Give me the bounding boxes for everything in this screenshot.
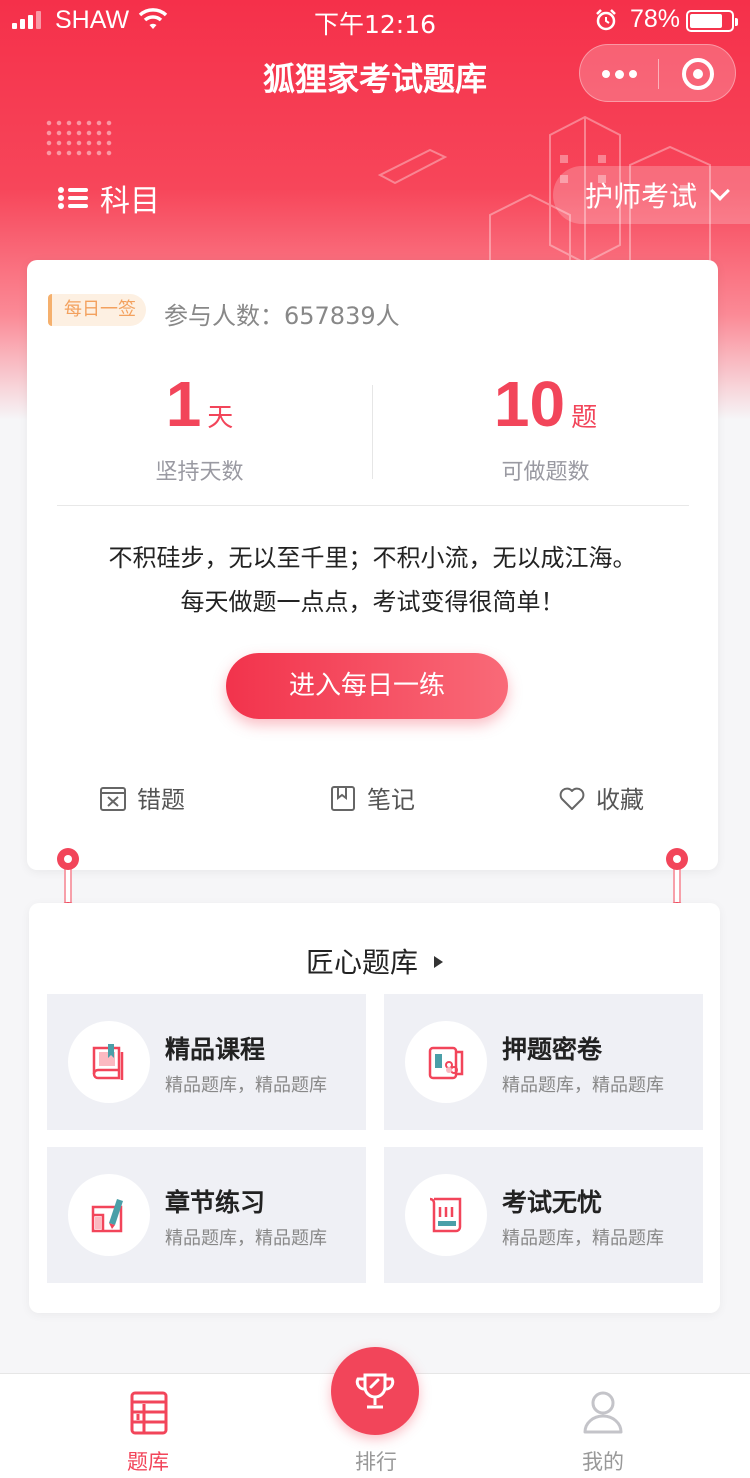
tile-subtitle: 精品题库，精品题库 [502,1075,664,1096]
tile-secret-papers[interactable]: 押题密卷 精品题库，精品题库 [384,994,703,1130]
certificate-icon [429,1197,462,1233]
tab-label: 题库 [127,1450,169,1474]
tool-label: 错题 [137,786,185,814]
notes-button[interactable]: 笔记 [329,780,415,815]
decorative-dots [44,118,116,158]
ranking-fab[interactable] [331,1347,419,1435]
tile-subtitle: 精品题库，精品题库 [165,1075,327,1096]
section-title-link[interactable]: 匠心题库 [29,941,720,981]
scroll-paper-icon [428,1046,464,1080]
more-options-icon[interactable] [602,69,637,79]
tile-premium-course[interactable]: 精品课程 精品题库，精品题库 [47,994,366,1130]
subject-button[interactable]: 科目 [58,176,160,220]
wrong-questions-icon [100,786,126,811]
stat-unit: 题 [571,403,598,433]
exam-type-selector[interactable]: 护师考试 [553,166,750,224]
motto-line-2: 每天做题一点点，考试变得很简单！ [180,588,565,616]
tile-title: 精品课程 [165,1035,266,1064]
divider [57,505,689,506]
tile-subtitle: 精品题库，精品题库 [502,1228,664,1249]
battery-icon [686,10,738,32]
tile-icon-circle [68,1021,150,1103]
daily-sign-badge: 每日一签 [48,294,146,326]
tile-exam-worry-free[interactable]: 考试无忧 精品题库，精品题库 [384,1147,703,1283]
favorites-button[interactable]: 收藏 [558,780,644,815]
stat-value: 10 [493,368,566,440]
stat-value: 1 [165,368,202,440]
stat-available-questions: 10 题 可做题数 [373,372,718,486]
tab-label: 排行 [355,1450,397,1474]
tile-title: 考试无忧 [502,1188,603,1217]
motto-line-1: 不积硅步，无以至千里；不积小流，无以成江海。 [108,544,637,572]
exam-type-label: 护师考试 [585,180,698,213]
question-bank-card: 匠心题库 精品课程 精品题库，精品题库 押题密卷 精品题库，精品题库 章节练习 … [29,903,720,1313]
stat-label: 可做题数 [501,460,590,485]
tile-icon-circle [405,1174,487,1256]
tab-label: 我的 [582,1450,624,1474]
pen-book-icon [91,1199,123,1233]
user-icon [583,1391,623,1434]
daily-check-card: 每日一签 参与人数：657839人 1 天 坚持天数 10 题 可做题数 不积硅… [27,260,718,870]
heart-icon [559,787,585,810]
battery-percentage: 78% [630,5,681,33]
wrong-questions-button[interactable]: 错题 [99,780,185,815]
list-icon [58,186,88,210]
notes-icon [331,785,355,811]
stat-label: 坚持天数 [155,460,244,485]
tile-icon-circle [68,1174,150,1256]
subject-label: 科目 [100,184,160,219]
status-bar: SHAW 下午12:16 78% [0,0,750,40]
tile-icon-circle [405,1021,487,1103]
capsule-divider [658,59,659,89]
trophy-icon [355,1373,395,1409]
tile-subtitle: 精品题库，精品题库 [165,1228,327,1249]
tool-label: 收藏 [596,786,644,814]
chevron-down-icon [710,181,730,201]
daily-practice-button[interactable]: 进入每日一练 [226,653,508,719]
stat-unit: 天 [207,403,234,433]
miniapp-capsule [579,44,736,102]
book-icon [92,1044,124,1080]
tool-label: 笔记 [367,786,415,814]
tile-chapter-practice[interactable]: 章节练习 精品题库，精品题库 [47,1147,366,1283]
section-title: 匠心题库 [305,946,418,979]
participants-count: 参与人数：657839人 [164,302,400,330]
close-miniapp-icon[interactable] [682,58,714,90]
play-arrow-icon [434,956,443,968]
alarm-icon [596,9,616,31]
question-bank-icon [130,1391,168,1435]
tile-title: 押题密卷 [502,1035,603,1064]
stat-streak-days: 1 天 坚持天数 [27,372,372,486]
tile-title: 章节练习 [165,1188,266,1217]
